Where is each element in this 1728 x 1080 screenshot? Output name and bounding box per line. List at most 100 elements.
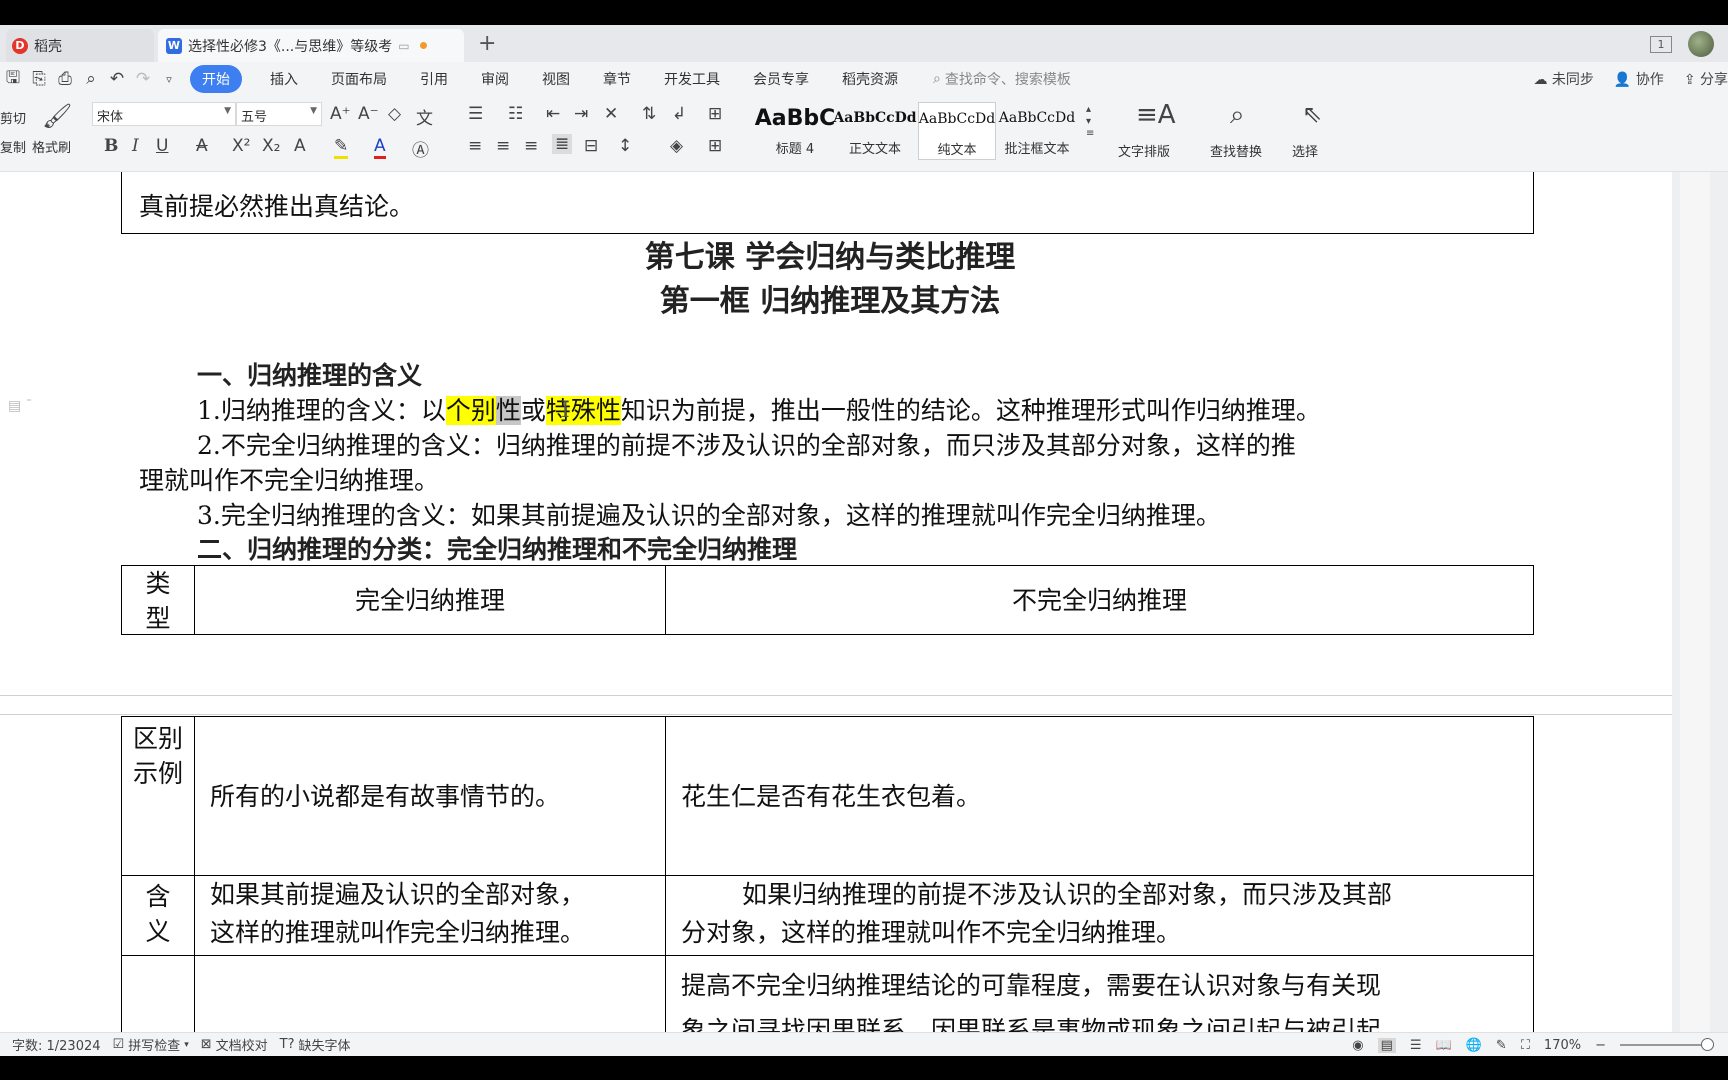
line-spacing-icon[interactable]: ↕ [618, 136, 632, 156]
zoom-out-icon[interactable]: − [1595, 1038, 1606, 1053]
sort-icon[interactable]: ⇅ [642, 104, 656, 124]
paragraph-2-line-2: 理就叫作不完全归纳推理。 [139, 466, 440, 495]
decrease-indent-icon[interactable]: ⇤ [546, 104, 560, 124]
subscript-icon[interactable]: X₂ [262, 136, 280, 156]
phonetic-guide-icon[interactable]: 文 [416, 104, 433, 129]
text-layout-button[interactable]: 文字排版 [1118, 141, 1170, 160]
sync-button[interactable]: ☁ 未同步 [1533, 69, 1593, 89]
edit-icon[interactable]: ✎ [1496, 1038, 1507, 1053]
font-name-select[interactable]: 宋体 ▼ [92, 102, 236, 126]
styles-scroll-icon[interactable]: ▴ ▾ ≡ [1086, 104, 1094, 140]
menu-chapter[interactable]: 章节 [603, 69, 631, 89]
bullet-list-icon[interactable]: ☰ [468, 104, 483, 124]
strikethrough-icon[interactable]: A [196, 136, 208, 156]
italic-icon[interactable]: I [132, 136, 139, 156]
zoom-slider[interactable] [1620, 1038, 1714, 1051]
collab-button[interactable]: 👤 协作 [1614, 69, 1664, 89]
doc-proof-button[interactable]: ⊠ 文档校对 [201, 1035, 268, 1054]
reading-view-icon[interactable]: 📖 [1436, 1038, 1452, 1053]
missing-font-button[interactable]: T? 缺失字体 [280, 1035, 351, 1054]
document-area[interactable]: 真前提必然推出真结论。 第七课 学会归纳与类比推理 第一框 归纳推理及其方法 ▤… [0, 172, 1728, 1032]
increase-indent-icon[interactable]: ⇥ [574, 104, 588, 124]
grow-font-icon[interactable]: A⁺ [330, 104, 351, 124]
find-replace-button[interactable]: 查找替换 [1210, 141, 1262, 160]
menu-insert[interactable]: 插入 [270, 69, 298, 89]
font-size-select[interactable]: 五号 ▼ [236, 102, 322, 126]
menu-developer[interactable]: 开发工具 [664, 69, 720, 89]
menu-review[interactable]: 审阅 [481, 69, 509, 89]
select-cursor-icon[interactable]: ⇖ [1302, 100, 1322, 128]
zoom-level[interactable]: 170% [1544, 1038, 1581, 1053]
find-replace-icon[interactable]: ⌕ [1230, 100, 1245, 131]
vertical-scrollbar[interactable] [1672, 172, 1728, 1032]
text-effect-icon[interactable]: A [294, 136, 306, 156]
word-count[interactable]: 字数: 1/23024 [12, 1035, 101, 1054]
page-indicator-icon[interactable]: 1 [1650, 35, 1672, 53]
table-header-type: 类型 [145, 569, 171, 633]
table-border [1533, 565, 1534, 635]
justify-icon[interactable]: ≣ [552, 134, 573, 154]
menu-member[interactable]: 会员专享 [753, 69, 809, 89]
char-border-icon[interactable]: Ⓐ [412, 136, 429, 161]
fit-page-icon[interactable]: ⛶ [1521, 1038, 1530, 1053]
section-heading-1: 一、归纳推理的含义 [197, 361, 423, 390]
command-search[interactable]: ⌕ 查找命令、搜索模板 [933, 69, 1071, 89]
font-color-icon[interactable]: A [374, 136, 386, 159]
save-icon[interactable]: 🖫 [0, 65, 26, 94]
shrink-font-icon[interactable]: A⁻ [358, 104, 379, 124]
style-body-text[interactable]: AaBbCcDd 正文文本 [833, 102, 916, 160]
copy-button[interactable]: 复制 [0, 137, 26, 156]
style-heading4[interactable]: AaBbC 标题 4 [755, 102, 836, 160]
share-button[interactable]: ⇪ 分享 [1684, 69, 1728, 89]
shading-icon[interactable]: ◈ [670, 136, 683, 156]
menu-start[interactable]: 开始 [190, 65, 242, 93]
menu-view[interactable]: 视图 [542, 69, 570, 89]
align-center-icon[interactable]: ≡ [496, 136, 510, 156]
eye-protection-icon[interactable]: ◉ [1352, 1038, 1363, 1053]
superscript-icon[interactable]: X² [232, 136, 250, 156]
document-page[interactable]: 真前提必然推出真结论。 第七课 学会归纳与类比推理 第一框 归纳推理及其方法 ▤… [0, 172, 1672, 1032]
scrollbar-thumb[interactable] [1680, 172, 1710, 1032]
menu-docer-resources[interactable]: 稻壳资源 [842, 69, 898, 89]
distribute-icon[interactable]: ⊟ [584, 136, 598, 156]
format-painter-button[interactable]: 格式刷 [32, 137, 71, 156]
align-left-icon[interactable]: ≡ [468, 136, 482, 156]
menu-page-layout[interactable]: 页面布局 [331, 69, 387, 89]
clear-format-icon[interactable]: ◇ [388, 104, 401, 124]
style-plain-text[interactable]: AaBbCcDd 纯文本 [918, 102, 996, 160]
spell-check-button[interactable]: ☑ 拼写检查 ▾ [113, 1035, 189, 1054]
borders-icon[interactable]: ⊞ [708, 136, 722, 156]
style-balloon-text[interactable]: AaBbCcDd 批注框文本 [998, 102, 1076, 160]
tab-docer-home[interactable]: D 稻壳 [6, 29, 154, 62]
bold-icon[interactable]: B [104, 136, 118, 156]
chinese-layout-icon[interactable]: ✕ [604, 104, 618, 124]
numbered-list-icon[interactable]: ☷ [508, 104, 523, 124]
underline-icon[interactable]: U [156, 136, 168, 156]
avatar[interactable] [1688, 31, 1714, 57]
undo-icon[interactable]: ↶ [104, 69, 130, 89]
menu-references[interactable]: 引用 [420, 69, 448, 89]
show-marks-icon[interactable]: ↲ [672, 104, 686, 124]
font-warning-icon: T? [279, 1037, 295, 1052]
table-tools-icon[interactable]: ⊞ [708, 104, 722, 124]
new-tab-button[interactable]: + [478, 31, 496, 56]
print-preview-icon[interactable]: ⌕ [78, 69, 104, 89]
align-right-icon[interactable]: ≡ [524, 136, 538, 156]
tab-document[interactable]: W 选择性必修3《...与思维》等级考 ▭ [158, 29, 464, 62]
select-button[interactable]: 选择 [1292, 141, 1318, 160]
print-icon[interactable]: ⎙ [52, 69, 78, 89]
redo-icon[interactable]: ↷ [130, 69, 156, 89]
web-view-icon[interactable]: 🌐 [1466, 1038, 1482, 1053]
style-label: 纯文本 [937, 143, 977, 158]
customize-chevron-icon[interactable]: ▿ [156, 73, 182, 86]
zoom-slider-knob[interactable] [1701, 1038, 1714, 1051]
export-icon[interactable]: ⎘ [26, 69, 52, 89]
cut-button[interactable]: 剪切 [0, 108, 26, 127]
outline-view-icon[interactable]: ☰ [1410, 1038, 1422, 1053]
row-label-example: 区别示例 [133, 724, 184, 788]
text-layout-icon[interactable]: ≡A [1136, 100, 1176, 130]
highlight-icon[interactable]: ✎ [334, 136, 349, 159]
menu-right: ☁ 未同步 👤 协作 ⇪ 分享 [1533, 62, 1728, 96]
format-painter-icon[interactable]: 🖌 [42, 102, 72, 130]
page-view-icon[interactable]: ▤ [1377, 1037, 1396, 1053]
